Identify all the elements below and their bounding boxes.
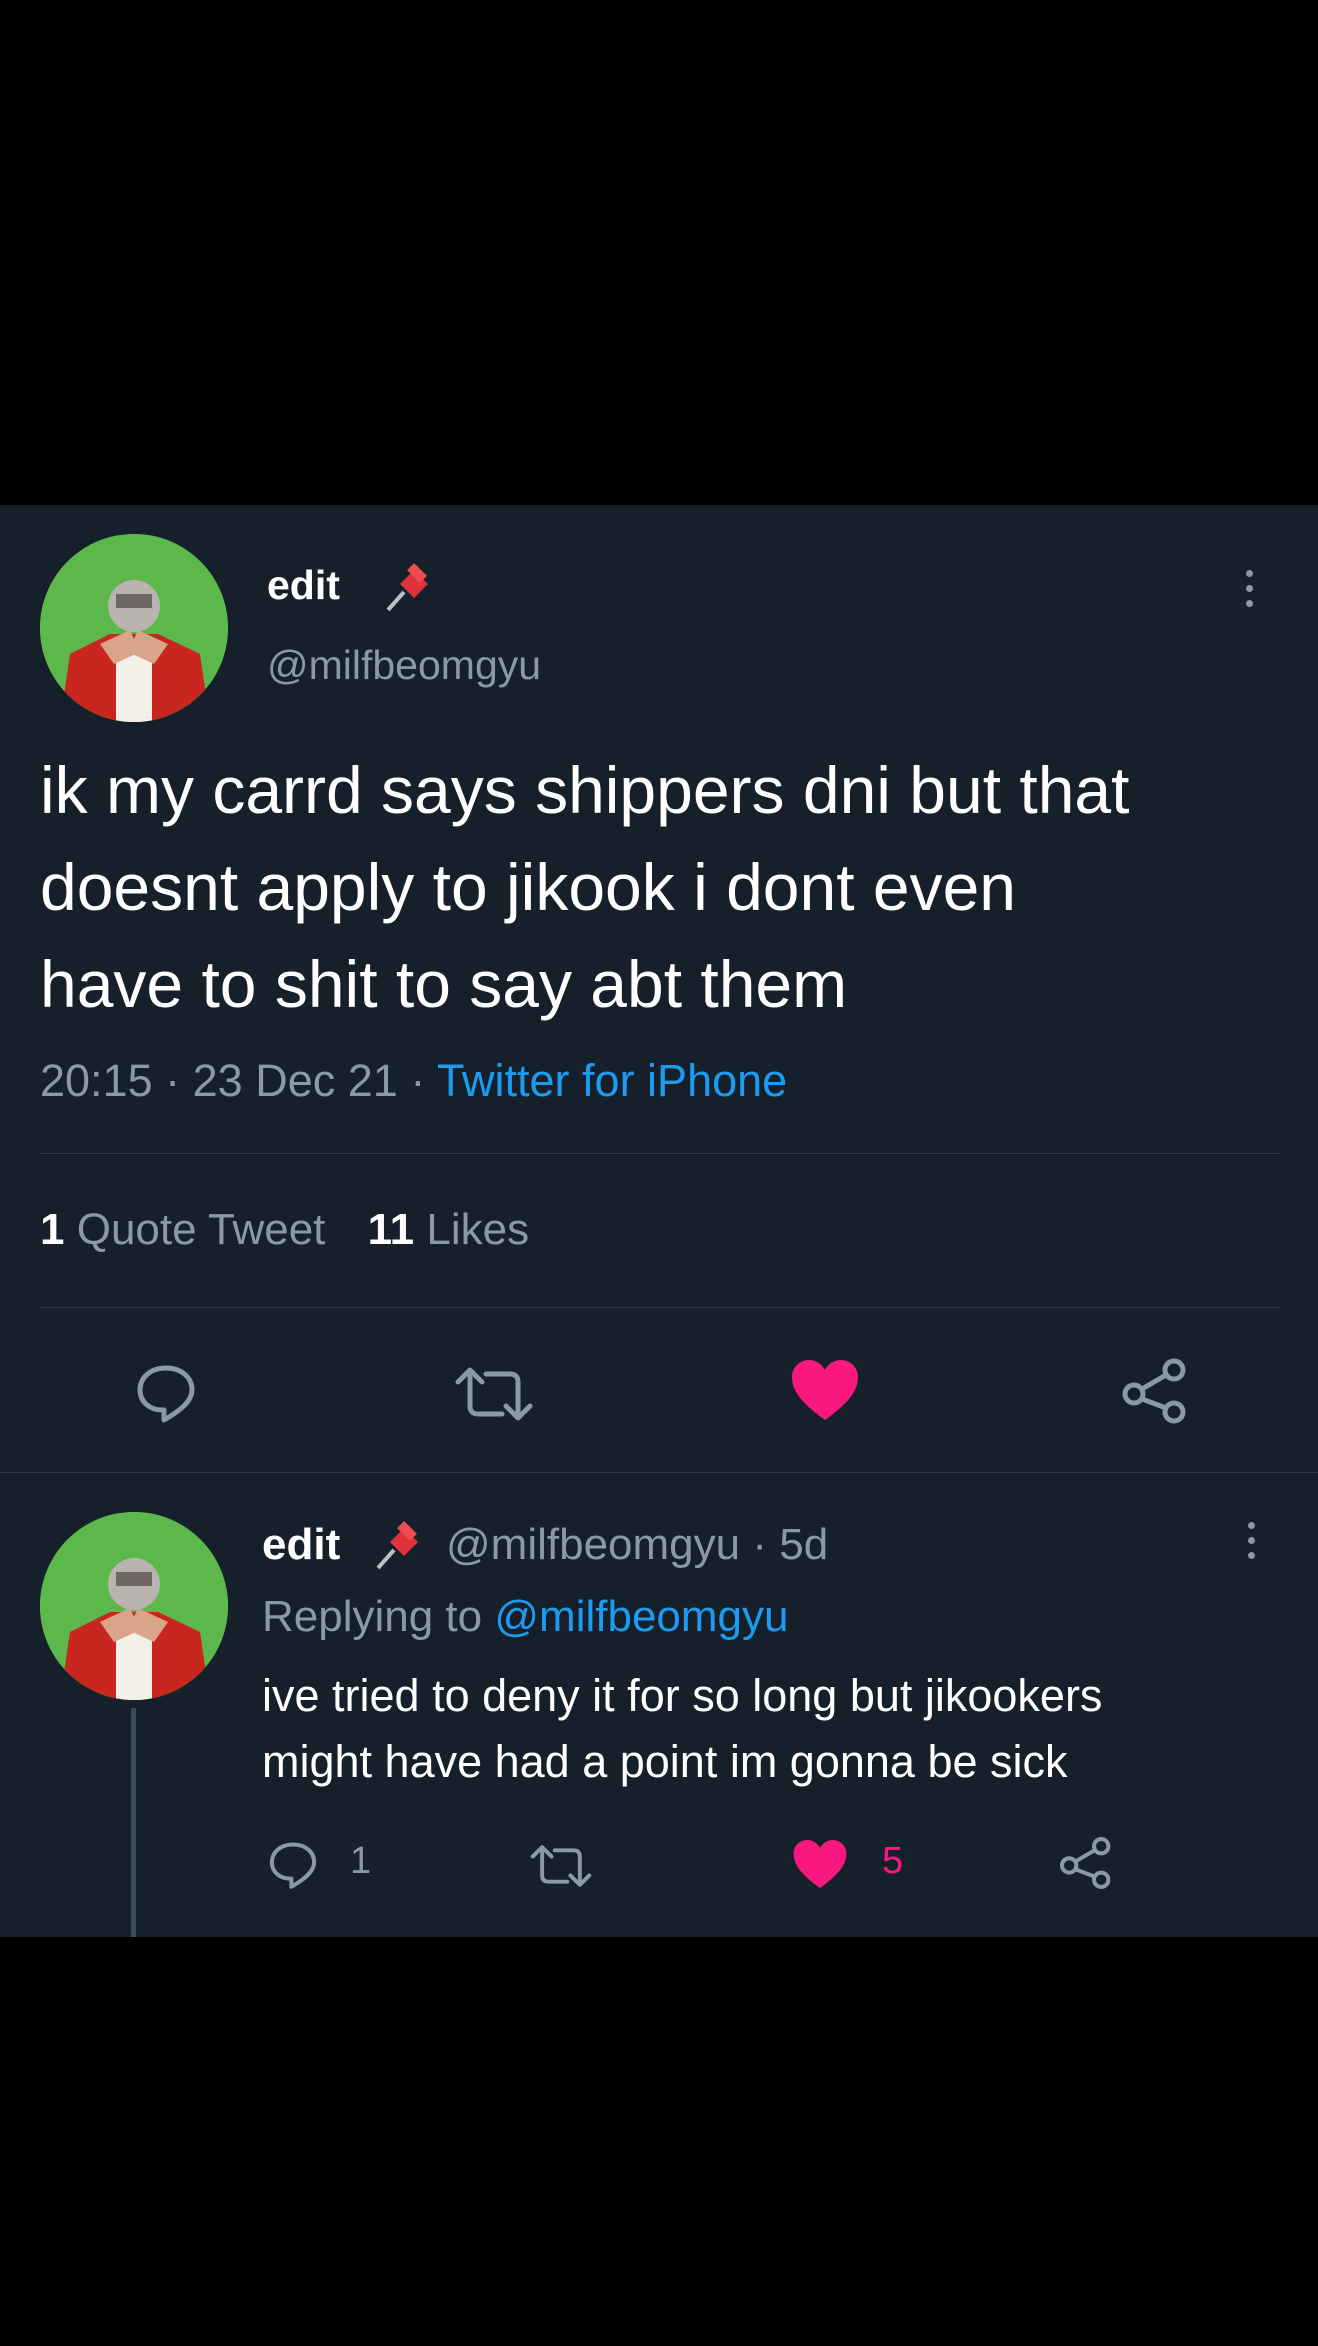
tweet-stats: 1 Quote Tweet 11 Likes (40, 1205, 529, 1255)
reply-like-count: 5 (882, 1840, 904, 1882)
reply-more-options-icon[interactable] (1236, 1522, 1266, 1559)
thread-line (131, 1708, 136, 1937)
meta-separator: · (165, 1055, 181, 1106)
meta-separator: · (410, 1055, 426, 1106)
share-icon[interactable] (1058, 1836, 1114, 1890)
author-handle[interactable]: @milfbeomgyu (267, 642, 541, 689)
quote-tweets-stat[interactable]: 1 Quote Tweet (40, 1205, 338, 1254)
replying-to-handle[interactable]: @milfbeomgyu (494, 1592, 788, 1641)
reply-author-name[interactable]: edit (262, 1520, 340, 1569)
like-heart-icon[interactable] (792, 1838, 848, 1890)
reply-handle-meta: @milfbeomgyu · 5d (446, 1520, 828, 1570)
reply-count: 1 (350, 1840, 372, 1882)
reply-icon[interactable] (267, 1838, 319, 1890)
author-avatar[interactable] (40, 534, 228, 722)
pushpin-icon (386, 563, 428, 612)
meta-separator: · (752, 1520, 767, 1569)
tweet-text-line-3: have to shit to say abt them (40, 947, 848, 1021)
reply-age[interactable]: 5d (779, 1520, 828, 1569)
reply-text-line-2: might have had a point im gonna be sick (262, 1736, 1068, 1787)
tweet-time: 20:15 (40, 1055, 153, 1106)
divider (0, 1472, 1318, 1473)
reply-header: edit (262, 1520, 340, 1570)
tweet-source-link[interactable]: Twitter for iPhone (437, 1055, 787, 1106)
tweet-date[interactable]: 23 Dec 21 (193, 1055, 398, 1106)
reply-icon[interactable] (134, 1360, 198, 1424)
reply-text-line-1: ive tried to deny it for so long but jik… (262, 1670, 1103, 1721)
author-name[interactable]: edit (267, 562, 340, 609)
share-icon[interactable] (1120, 1358, 1190, 1424)
likes-stat[interactable]: 11 Likes (368, 1205, 529, 1254)
replying-to: Replying to @milfbeomgyu (262, 1592, 789, 1641)
more-options-icon[interactable] (1234, 570, 1264, 607)
tweet-text-line-2: doesnt apply to jikook i dont even (40, 850, 1016, 924)
like-heart-icon[interactable] (790, 1358, 860, 1422)
reply-author-avatar[interactable] (40, 1512, 228, 1700)
pushpin-icon (376, 1521, 418, 1570)
divider (40, 1307, 1280, 1308)
tweet-meta: 20:15 · 23 Dec 21 · Twitter for iPhone (40, 1055, 787, 1107)
retweet-icon[interactable] (452, 1366, 536, 1422)
divider (40, 1153, 1280, 1154)
retweet-icon[interactable] (528, 1844, 594, 1888)
reply-author-handle[interactable]: @milfbeomgyu (446, 1520, 740, 1569)
tweet-text-line-1: ik my carrd says shippers dni but that (40, 753, 1130, 827)
